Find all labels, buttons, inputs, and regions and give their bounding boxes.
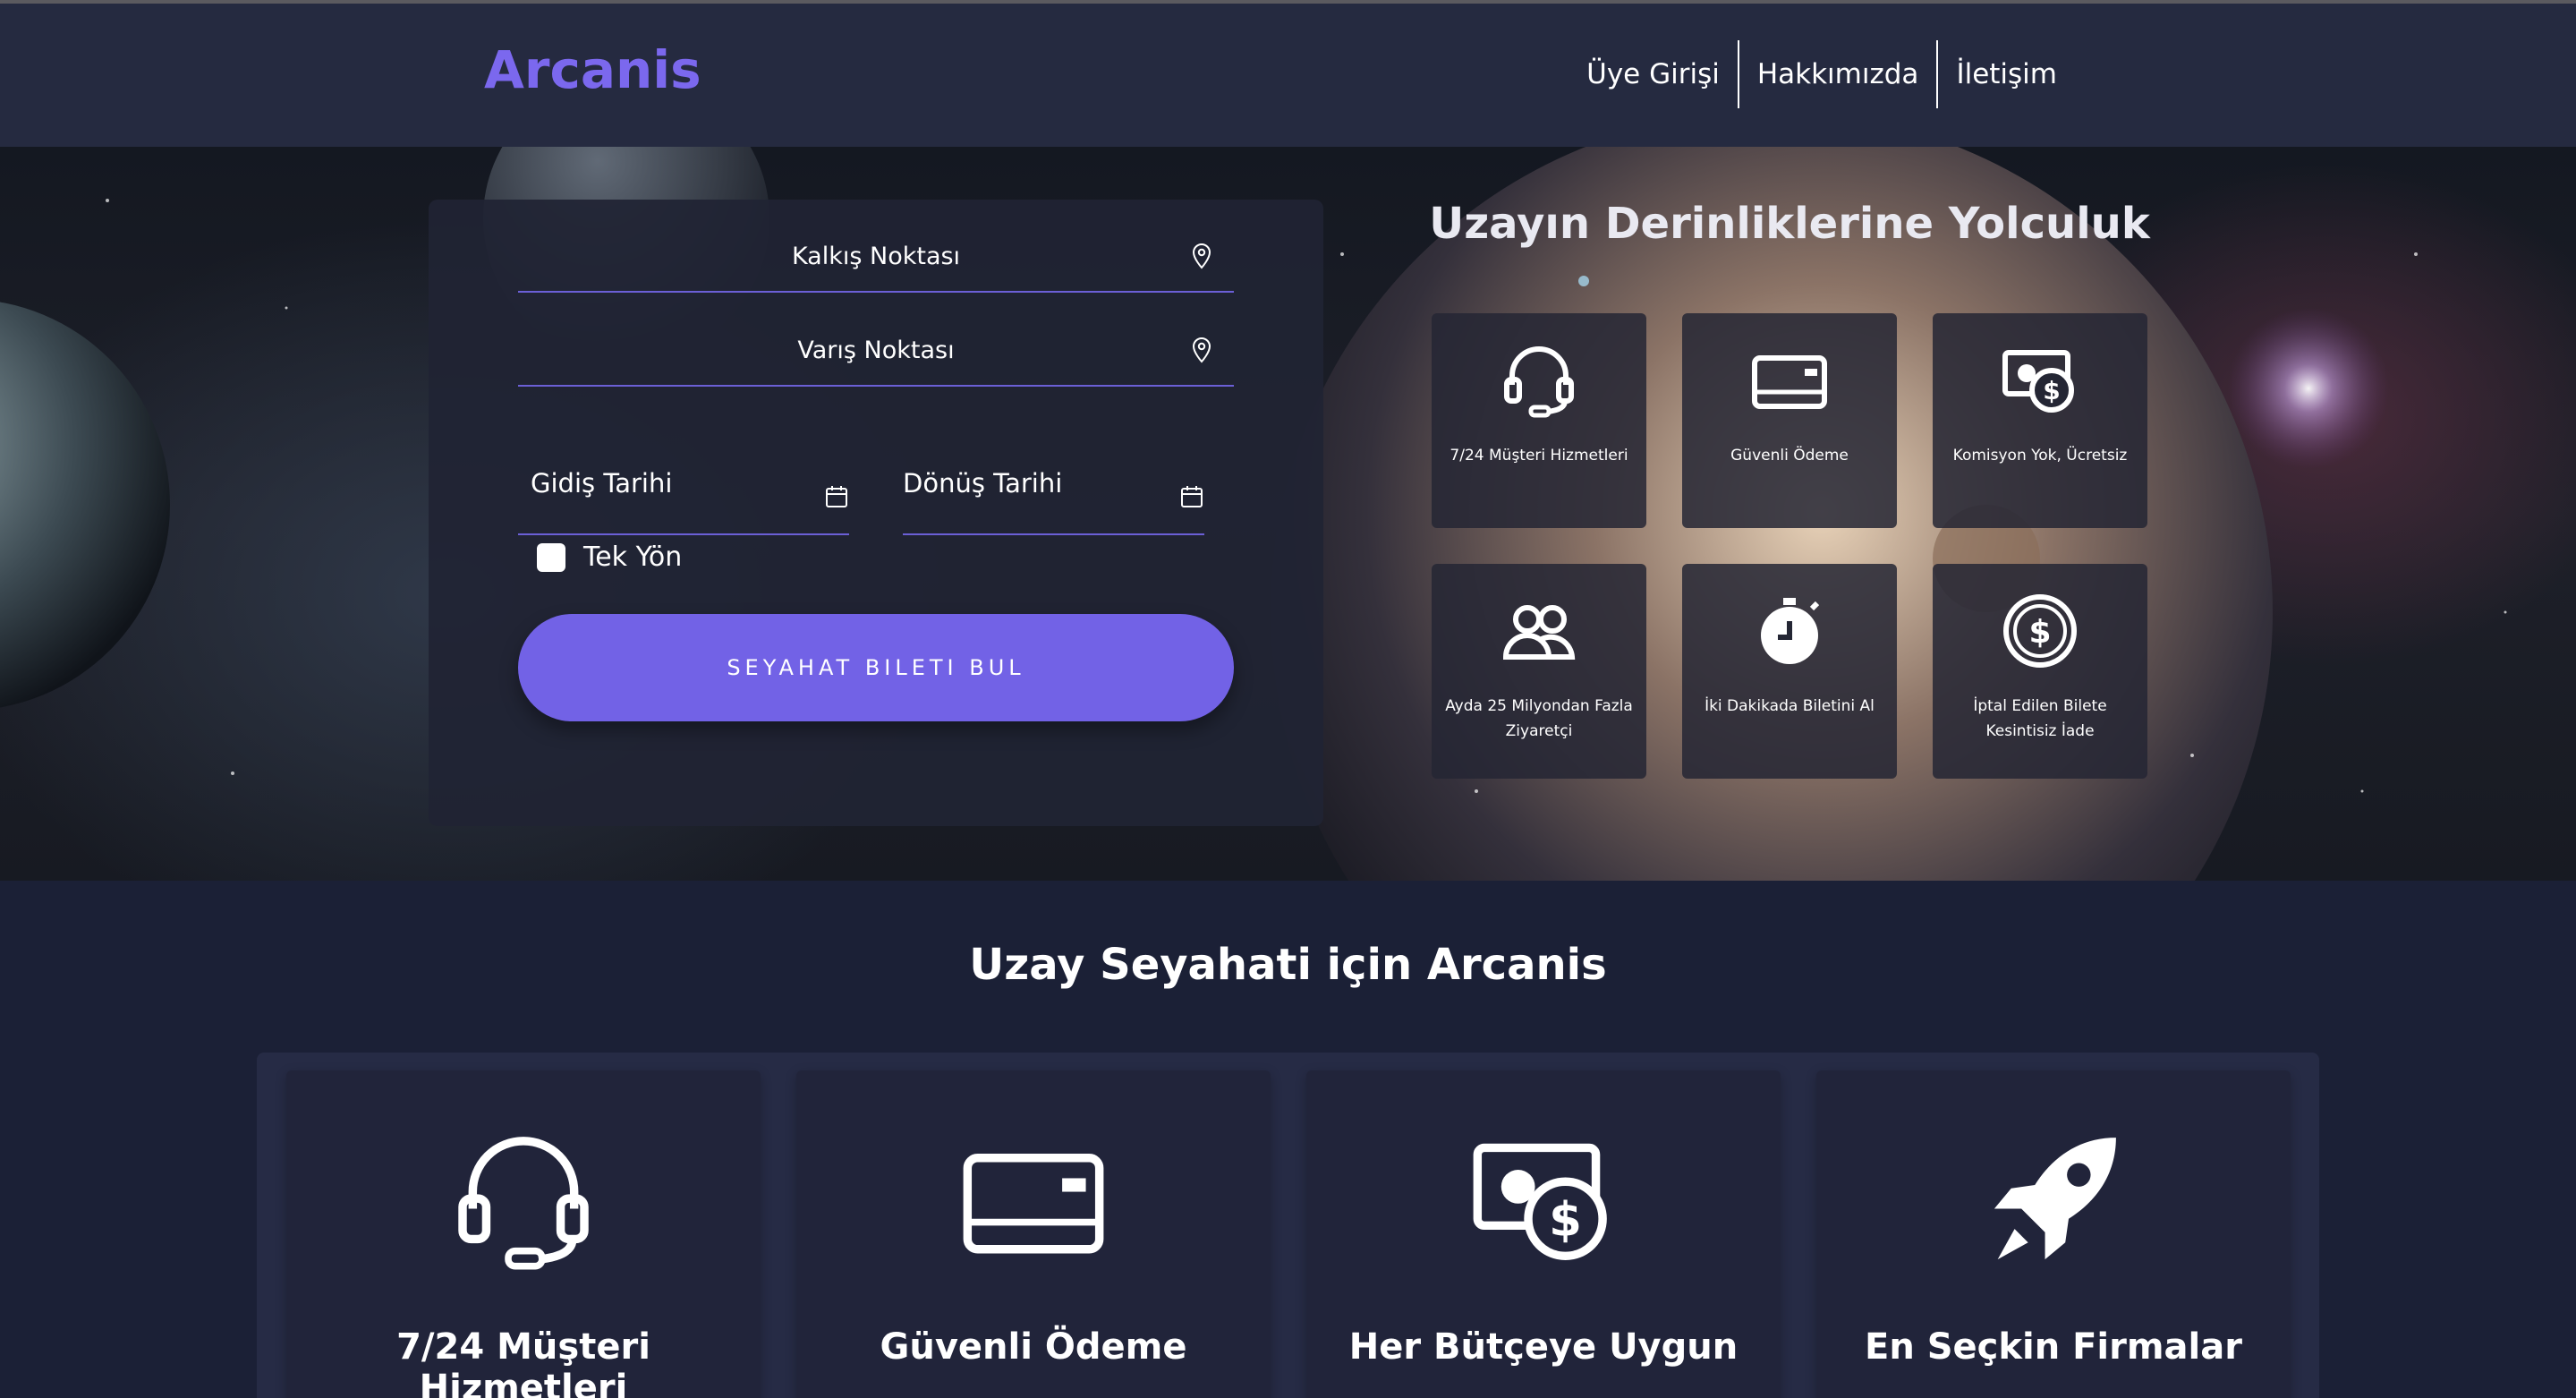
hero-tile-visitors: Ayda 25 Milyondan Fazla Ziyaretçi: [1432, 564, 1646, 779]
hero-tile-support: 7/24 Müşteri Hizmetleri: [1432, 313, 1646, 528]
feature-label: En Seçkin Firmalar: [1865, 1326, 2242, 1368]
calendar-icon[interactable]: [1179, 484, 1204, 509]
nav-about[interactable]: Hakkımızda: [1739, 39, 1937, 109]
headset-icon: [1432, 340, 1646, 421]
one-way-checkbox[interactable]: [537, 542, 565, 572]
feature-label: Güvenli Ödeme: [880, 1326, 1187, 1368]
money-bill-icon: $: [1306, 1124, 1781, 1285]
features-panel: 7/24 Müşteri Hizmetleri Güvenli Ödeme $ …: [257, 1053, 2319, 1398]
hero-tile-refund: $ İptal Edilen Bilete Kesintisiz İade: [1933, 564, 2147, 779]
location-pin-icon: [1192, 243, 1211, 269]
hero-tile-label: İptal Edilen Bilete Kesintisiz İade: [1973, 697, 2107, 740]
hero-tile-label: 7/24 Müşteri Hizmetleri: [1450, 447, 1628, 465]
feature-label: Her Bütçeye Uygun: [1348, 1326, 1739, 1368]
hero-tile-label: Ayda 25 Milyondan Fazla Ziyaretçi: [1445, 697, 1633, 740]
find-ticket-button[interactable]: SEYAHAT BILETI BUL: [518, 614, 1234, 721]
feature-card-payment: Güvenli Ödeme: [796, 1070, 1271, 1398]
arrival-field[interactable]: Varış Noktası: [518, 294, 1234, 387]
feature-card-companies: En Seçkin Firmalar: [1816, 1070, 2291, 1398]
calendar-icon[interactable]: [824, 484, 849, 509]
ticket-search-form: Kalkış Noktası Varış Noktası Gidiş Tarih…: [429, 200, 1323, 826]
hero-tile-fast: İki Dakikada Biletini Al: [1682, 564, 1897, 779]
users-icon: [1432, 591, 1646, 671]
location-pin-icon: [1192, 337, 1211, 363]
money-bill-icon: $: [1933, 340, 2147, 421]
return-date-field[interactable]: Dönüş Tarihi: [903, 441, 1204, 535]
headset-icon: [286, 1124, 761, 1285]
rocket-icon: [1816, 1124, 2291, 1285]
stopwatch-icon: [1682, 591, 1897, 671]
svg-text:$: $: [2028, 614, 2051, 651]
departure-date-field[interactable]: Gidiş Tarihi: [518, 441, 849, 535]
feature-card-budget: $ Her Bütçeye Uygun: [1306, 1070, 1781, 1398]
arrival-placeholder: Varış Noktası: [797, 337, 955, 364]
hero-tile-commission: $ Komisyon Yok, Ücretsiz: [1933, 313, 2147, 528]
feature-label: 7/24 Müşteri Hizmetleri: [396, 1326, 650, 1398]
hero-tile-label: İki Dakikada Biletini Al: [1705, 697, 1875, 715]
departure-field[interactable]: Kalkış Noktası: [518, 200, 1234, 293]
main-nav: Üye Girişi Hakkımızda İletişim: [1569, 39, 2075, 109]
one-way-label[interactable]: Tek Yön: [583, 541, 682, 573]
hero-tile-label: Güvenli Ödeme: [1730, 447, 1849, 465]
return-date-label: Dönüş Tarihi: [903, 468, 1063, 499]
svg-text:$: $: [1549, 1193, 1582, 1248]
nav-login[interactable]: Üye Girişi: [1569, 39, 1738, 109]
nav-contact[interactable]: İletişim: [1938, 39, 2075, 109]
departure-date-label: Gidiş Tarihi: [531, 468, 673, 499]
hero-section: Kalkış Noktası Varış Noktası Gidiş Tarih…: [0, 147, 2576, 881]
bright-star: [2228, 308, 2389, 469]
dollar-circle-icon: $: [1933, 591, 2147, 671]
logo[interactable]: Arcanis: [484, 39, 701, 100]
credit-card-icon: [1682, 340, 1897, 421]
section-title: Uzay Seyahati için Arcanis: [969, 940, 1607, 990]
feature-card-support: 7/24 Müşteri Hizmetleri: [286, 1070, 761, 1398]
svg-text:$: $: [2043, 376, 2060, 405]
credit-card-icon: [796, 1124, 1271, 1285]
planet-left: [0, 302, 170, 708]
hero-tile-label: Komisyon Yok, Ücretsiz: [1952, 447, 2128, 465]
hero-title: Uzayın Derinliklerine Yolculuk: [1429, 199, 2150, 249]
site-header: Arcanis Üye Girişi Hakkımızda İletişim: [0, 4, 2576, 147]
hero-tile-payment: Güvenli Ödeme: [1682, 313, 1897, 528]
departure-placeholder: Kalkış Noktası: [791, 243, 961, 270]
one-way-option: Tek Yön: [537, 541, 682, 573]
